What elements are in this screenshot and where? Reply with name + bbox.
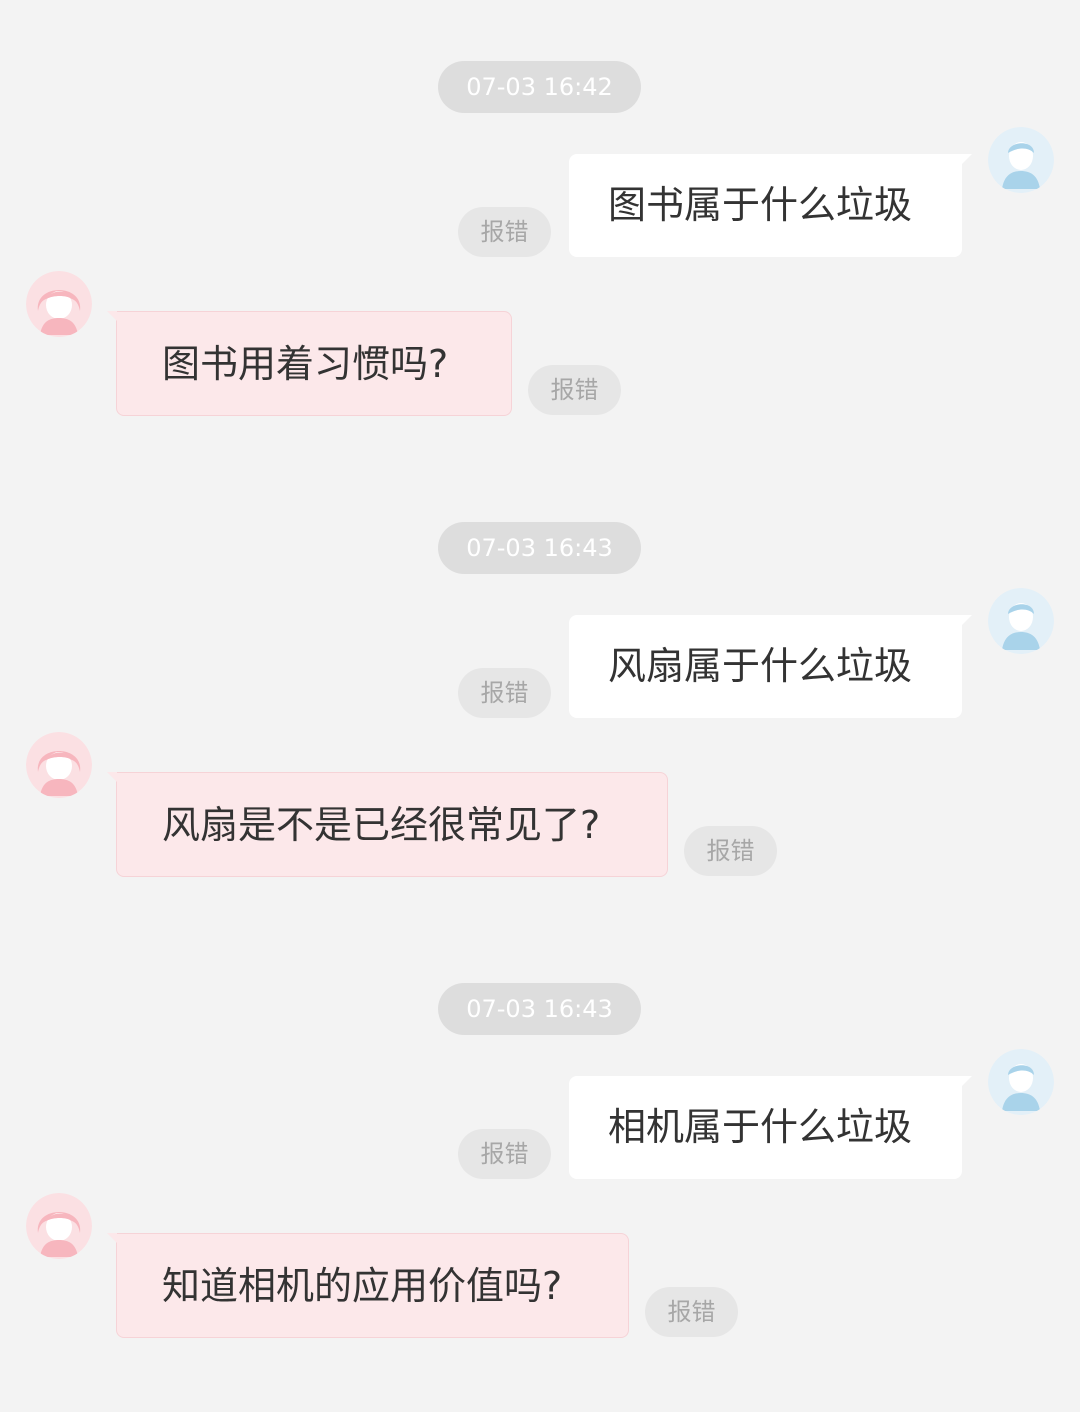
bot-reply-bubble: 图书用着习惯吗?	[116, 311, 512, 416]
girl-avatar-icon	[26, 1193, 92, 1259]
bubble-tail	[962, 615, 972, 625]
report-error-button[interactable]: 报错	[684, 826, 777, 876]
girl-avatar-icon	[26, 732, 92, 798]
bubble-tail	[962, 1076, 972, 1086]
bot-avatar[interactable]	[26, 271, 92, 337]
bubble-tail	[107, 311, 117, 321]
user-message-bubble: 风扇属于什么垃圾	[569, 615, 962, 718]
timestamp-pill: 07-03 16:43	[438, 522, 641, 574]
bubble-tail	[107, 1233, 117, 1243]
user-avatar[interactable]	[988, 127, 1054, 193]
report-error-button[interactable]: 报错	[458, 207, 551, 257]
report-error-button[interactable]: 报错	[645, 1287, 738, 1337]
user-message-bubble: 图书属于什么垃圾	[569, 154, 962, 257]
report-error-button[interactable]: 报错	[458, 1129, 551, 1179]
bot-avatar[interactable]	[26, 1193, 92, 1259]
boy-avatar-icon	[988, 1049, 1054, 1115]
chat-thread: 07-03 16:42 图书属于什么垃圾 报错 图书用着习惯吗? 报错 07-0…	[0, 0, 1080, 1412]
boy-avatar-icon	[988, 127, 1054, 193]
user-message-bubble: 相机属于什么垃圾	[569, 1076, 962, 1179]
user-avatar[interactable]	[988, 1049, 1054, 1115]
bot-reply-bubble: 风扇是不是已经很常见了?	[116, 772, 668, 877]
bot-reply-bubble: 知道相机的应用价值吗?	[116, 1233, 629, 1338]
girl-avatar-icon	[26, 271, 92, 337]
report-error-button[interactable]: 报错	[458, 668, 551, 718]
bot-avatar[interactable]	[26, 732, 92, 798]
bubble-tail	[107, 772, 117, 782]
user-avatar[interactable]	[988, 588, 1054, 654]
boy-avatar-icon	[988, 588, 1054, 654]
report-error-button[interactable]: 报错	[528, 365, 621, 415]
bubble-tail	[962, 154, 972, 164]
timestamp-pill: 07-03 16:43	[438, 983, 641, 1035]
timestamp-pill: 07-03 16:42	[438, 61, 641, 113]
